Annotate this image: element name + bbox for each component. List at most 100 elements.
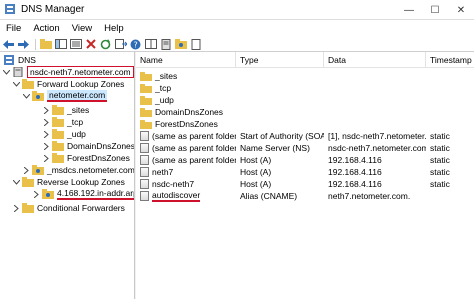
- forward-button[interactable]: [17, 38, 30, 51]
- tree-label-udp: _udp: [67, 129, 86, 139]
- list-item[interactable]: (same as parent folder) Start of Authori…: [136, 130, 474, 142]
- console-tree-icon: [54, 39, 67, 49]
- record-name: DomainDnsZones: [155, 107, 224, 117]
- record-icon: [140, 155, 149, 165]
- menu-help[interactable]: Help: [98, 23, 130, 34]
- folder-icon: [52, 141, 64, 151]
- list-item[interactable]: (same as parent folder) Name Server (NS)…: [136, 142, 474, 154]
- tree-item-dns[interactable]: DNS: [3, 54, 36, 66]
- back-button[interactable]: [2, 38, 15, 51]
- chevron-right-icon[interactable]: [42, 142, 50, 150]
- column-header-type[interactable]: Type: [236, 52, 324, 68]
- record-type: Start of Authority (SOA): [240, 131, 324, 141]
- record-icon: [140, 143, 149, 153]
- tree-item-domaindnszones[interactable]: DomainDnsZones: [42, 140, 134, 152]
- record-data: neth7.netometer.com.: [328, 191, 411, 201]
- record-timestamp: [430, 190, 474, 202]
- record-name: _tcp: [155, 83, 172, 93]
- list-item[interactable]: ForestDnsZones: [136, 118, 474, 130]
- chevron-down-icon[interactable]: [12, 178, 20, 186]
- properties-list-button[interactable]: [69, 38, 82, 51]
- chevron-right-icon[interactable]: [12, 204, 20, 212]
- chevron-right-icon[interactable]: [32, 190, 40, 198]
- column-header-data[interactable]: Data: [324, 52, 426, 68]
- chevron-right-icon[interactable]: [42, 106, 50, 114]
- list-item[interactable]: _udp: [136, 94, 474, 106]
- tree-item-forestdnszones[interactable]: ForestDnsZones: [42, 152, 130, 164]
- column-header-name[interactable]: Name: [136, 52, 236, 68]
- chevron-right-icon[interactable]: [22, 166, 30, 174]
- refresh-button[interactable]: [99, 38, 112, 51]
- record-data: [1], nsdc-neth7.netometer...: [328, 131, 426, 141]
- tree-label-sites: _sites: [67, 105, 90, 115]
- record-name: ForestDnsZones: [155, 119, 218, 129]
- tree-item-sites[interactable]: _sites: [42, 104, 89, 116]
- record-type: Host (A): [240, 167, 272, 177]
- record-data: 192.168.4.116: [328, 167, 382, 177]
- record-icon: [140, 179, 149, 189]
- record-name: neth7: [152, 167, 174, 177]
- menu-bar: File Action View Help: [0, 20, 474, 37]
- tree-item-reverse-zones[interactable]: Reverse Lookup Zones: [12, 176, 125, 188]
- up-folder-button[interactable]: [39, 38, 52, 51]
- chevron-down-icon[interactable]: [22, 92, 30, 100]
- delete-button[interactable]: [84, 38, 97, 51]
- toolbar: ?: [0, 37, 474, 52]
- tree-item-msdcs[interactable]: _msdcs.netometer.com: [22, 164, 135, 176]
- column-header-row: Name Type Data Timestamp: [136, 52, 474, 68]
- menu-file[interactable]: File: [0, 23, 27, 34]
- list-item[interactable]: autodiscover Alias (CNAME) neth7.netomet…: [136, 190, 474, 202]
- tree-item-conditional-forwarders[interactable]: Conditional Forwarders: [12, 202, 125, 214]
- folder-up-icon: [39, 39, 52, 49]
- list-view-icon: [69, 39, 82, 49]
- help-button[interactable]: ?: [129, 38, 142, 51]
- zone-button[interactable]: [174, 38, 187, 51]
- minimize-button[interactable]: —: [396, 0, 422, 20]
- menu-action[interactable]: Action: [27, 23, 65, 34]
- tree-label-msdcs: _msdcs.netometer.com: [47, 165, 135, 175]
- record-icon: [191, 38, 200, 50]
- tree-item-server[interactable]: nsdc-neth7.netometer.com: [2, 66, 134, 78]
- list-item[interactable]: DomainDnsZones: [136, 106, 474, 118]
- list-item[interactable]: _sites: [136, 70, 474, 82]
- show-tree-button[interactable]: [54, 38, 67, 51]
- export-list-button[interactable]: [114, 38, 127, 51]
- maximize-button[interactable]: ☐: [422, 0, 448, 20]
- list-item[interactable]: nsdc-neth7 Host (A) 192.168.4.116 static: [136, 178, 474, 190]
- record-timestamp: static: [430, 155, 450, 165]
- record-button[interactable]: [189, 38, 202, 51]
- folder-icon: [52, 117, 64, 127]
- server-button[interactable]: [159, 38, 172, 51]
- view-pane-button[interactable]: [144, 38, 157, 51]
- tree-label-zone: netometer.com: [47, 90, 108, 102]
- chevron-right-icon[interactable]: [42, 154, 50, 162]
- list-item[interactable]: (same as parent folder) Host (A) 192.168…: [136, 154, 474, 166]
- record-name: autodiscover: [152, 190, 201, 202]
- folder-icon: [140, 83, 152, 93]
- list-item[interactable]: _tcp: [136, 82, 474, 94]
- refresh-icon: [100, 38, 111, 49]
- dns-root-icon: [4, 55, 14, 65]
- column-header-timestamp[interactable]: Timestamp: [426, 52, 474, 68]
- chevron-right-icon[interactable]: [42, 118, 50, 126]
- chevron-down-icon[interactable]: [2, 68, 10, 76]
- menu-view[interactable]: View: [66, 23, 98, 34]
- tree-item-reverse-zone[interactable]: 4.168.192.in-addr.arpa: [32, 188, 134, 200]
- chevron-down-icon[interactable]: [12, 80, 20, 88]
- chevron-right-icon[interactable]: [42, 130, 50, 138]
- tree-item-tcp[interactable]: _tcp: [42, 116, 83, 128]
- close-button[interactable]: ✕: [448, 0, 474, 20]
- record-icon: [140, 191, 149, 201]
- tree-item-zone[interactable]: netometer.com: [22, 90, 108, 102]
- folder-icon: [22, 79, 34, 89]
- record-timestamp: static: [430, 179, 450, 189]
- folder-icon: [140, 107, 152, 117]
- tree-item-forward-zones[interactable]: Forward Lookup Zones: [12, 78, 124, 90]
- pane-icon: [144, 39, 157, 49]
- dns-manager-icon: [5, 4, 15, 14]
- tree-item-udp[interactable]: _udp: [42, 128, 86, 140]
- record-type: Alias (CNAME): [240, 191, 298, 201]
- list-item[interactable]: neth7 Host (A) 192.168.4.116 static: [136, 166, 474, 178]
- folder-icon: [140, 119, 152, 129]
- records-list: Name Type Data Timestamp _sites _tcp _ud…: [136, 52, 474, 299]
